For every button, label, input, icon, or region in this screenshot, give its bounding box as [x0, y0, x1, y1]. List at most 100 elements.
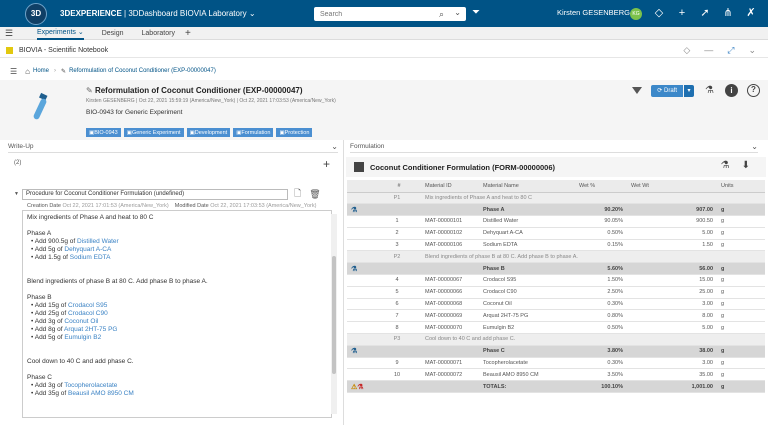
chevron-down-icon[interactable]: ⌄	[748, 45, 756, 56]
material-link[interactable]: Distilled Water	[77, 238, 119, 245]
filter-icon[interactable]	[632, 87, 643, 94]
phase-row[interactable]: ⚗ Phase A 90.20% 907.00 g	[347, 203, 765, 217]
phase-row[interactable]: ⚗ Phase C 3.80% 38.00 g	[347, 345, 765, 358]
column-header[interactable]: Wet %	[575, 180, 627, 193]
download-icon[interactable]: ⬇	[742, 160, 750, 171]
expand-icon[interactable]: ⤢	[727, 45, 734, 56]
material-link[interactable]: Eumulgin B2	[64, 334, 101, 341]
tag-chip[interactable]: ▣ Protection	[276, 128, 313, 137]
menu-icon[interactable]: ☰	[5, 28, 19, 39]
tab-laboratory[interactable]: Laboratory	[142, 27, 175, 40]
network-icon[interactable]: ⋔	[721, 6, 735, 20]
wet-percent: 1.50%	[575, 274, 627, 287]
test-tube-small-icon[interactable]: ⚗	[703, 84, 716, 97]
column-header[interactable]: Units	[717, 180, 765, 193]
panel-divider[interactable]	[343, 140, 344, 425]
tag-icon[interactable]: ⏷	[472, 7, 480, 18]
scrollbar-thumb[interactable]	[332, 256, 336, 374]
add-icon[interactable]: +	[675, 6, 689, 20]
step-row[interactable]: P3 Cool down to 40 C and add phase C.	[347, 333, 765, 346]
material-link[interactable]: Crodacol S95	[68, 302, 107, 309]
chevron-down-icon[interactable]: ⌄	[751, 142, 758, 151]
phase-row[interactable]: ⚗ Phase B 5.60% 56.00 g	[347, 262, 765, 276]
tools-icon[interactable]: ✗	[744, 6, 758, 20]
trash-icon[interactable]: 🗑	[309, 189, 320, 200]
step-row[interactable]: P1 Mix ingredients of Phase A and heat to…	[347, 192, 765, 205]
add-tab-icon[interactable]: +	[185, 28, 191, 39]
material-link[interactable]: Arquat 2HT-75 PG	[64, 326, 117, 333]
status-dropdown[interactable]: ⟳ Draft ▾	[651, 84, 694, 97]
user-name[interactable]: Kirsten GESENBERG	[557, 8, 630, 17]
step-text: Blend ingredients of phase B at 80 C. Ad…	[421, 250, 765, 264]
formulation-toolbar: ⚗ ⬇	[721, 160, 750, 171]
table-row[interactable]: 5 MAT-00000066 Crodacol C90 2.50% 25.00 g	[347, 286, 765, 299]
list-item: Add 900.5g of Distilled Water	[27, 238, 327, 246]
editor-scrollbar[interactable]	[331, 214, 337, 414]
units: g	[717, 203, 765, 217]
tag-chip[interactable]: ▣ Development	[186, 128, 231, 137]
home-icon[interactable]: ⌂	[25, 67, 30, 76]
diamond-icon[interactable]: ◇	[683, 45, 690, 56]
tab-experiments[interactable]: Experiments ⌄	[37, 27, 84, 40]
material-link[interactable]: Coconut Oil	[64, 318, 98, 325]
search-icon[interactable]: ⌕	[439, 9, 444, 20]
search-input[interactable]	[320, 10, 438, 18]
column-header[interactable]: Material Name	[479, 180, 575, 193]
collapse-arrow-icon[interactable]: ▼	[14, 191, 22, 197]
procedure-title-field[interactable]: Procedure for Coconut Conditioner Formul…	[22, 188, 288, 200]
add-file-icon[interactable]: 🗋	[294, 186, 301, 202]
table-row[interactable]: 7 MAT-00000069 Arquat 2HT-75 PG 0.80% 8.00 g	[347, 309, 765, 323]
table-row[interactable]: 2 MAT-00000102 Dehyquart A-CA 0.50% 5.00 g	[347, 227, 765, 240]
chevron-down-icon[interactable]: ▾	[684, 84, 694, 97]
material-name: Sodium EDTA	[479, 239, 575, 252]
tag-chip[interactable]: ▣ Generic Experiment	[123, 128, 184, 137]
material-link[interactable]: Sodium EDTA	[70, 254, 111, 261]
material-link[interactable]: Beausil AMO 8950 CM	[68, 390, 134, 397]
tag-chip[interactable]: ▣ Formulation	[233, 128, 274, 137]
breadcrumb-home[interactable]: Home	[33, 68, 49, 74]
tag-outline-icon[interactable]: ◇	[652, 6, 666, 20]
step-row[interactable]: P2 Blend ingredients of phase B at 80 C. …	[347, 250, 765, 264]
material-link[interactable]: Crodacol C90	[68, 310, 108, 317]
phase-icon[interactable]: ⚗	[351, 207, 357, 214]
table-row[interactable]: 8 MAT-00000070 Eumulgin B2 0.50% 5.00 g	[347, 321, 765, 335]
chevron-down-icon[interactable]: ⌄	[331, 142, 338, 151]
breadcrumb-current[interactable]: Reformulation of Coconut Conditioner (EX…	[69, 68, 216, 74]
procedure-editor[interactable]: Mix ingredients of Phase A and heat to 8…	[22, 210, 332, 418]
material-link[interactable]: Tocopherolacetate	[64, 382, 117, 389]
writeup-header[interactable]: Write-Up ⌄	[8, 142, 338, 153]
phase-icon[interactable]: ⚗	[351, 348, 357, 355]
add-procedure-button[interactable]: +	[323, 157, 330, 171]
compass-logo[interactable]: 3D	[22, 0, 50, 27]
list-item: Add 25g of Crodacol C90	[27, 310, 327, 318]
table-row[interactable]: 1 MAT-00000101 Distilled Water 90.05% 900.50…	[347, 215, 765, 228]
minimize-icon[interactable]: —	[704, 45, 713, 56]
error-icon[interactable]: ⚗	[357, 384, 363, 391]
share-icon[interactable]: ➚	[698, 6, 712, 20]
column-header[interactable]: #	[373, 180, 421, 193]
info-icon[interactable]: i	[725, 84, 738, 97]
help-icon[interactable]: ?	[747, 84, 760, 97]
list-item: Add 5g of Eumulgin B2	[27, 334, 327, 342]
column-header[interactable]: Wet Wt	[627, 180, 717, 193]
table-row[interactable]: 10 MAT-00000072 Beausil AMO 8950 CM 3.50% 35…	[347, 368, 765, 382]
table-row[interactable]: 6 MAT-00000068 Coconut Oil 0.30% 3.00 g	[347, 298, 765, 311]
chevron-down-icon[interactable]: ⌄	[454, 8, 461, 17]
table-cell	[347, 286, 373, 299]
formulation-header[interactable]: Formulation ⌄	[350, 142, 758, 153]
material-link[interactable]: Dehyquart A-CA	[64, 246, 111, 253]
lab-settings-icon[interactable]: ⚗	[721, 160, 730, 171]
column-header[interactable]: Material ID	[421, 180, 479, 193]
table-row[interactable]: 3 MAT-00000106 Sodium EDTA 0.15% 1.50 g	[347, 239, 765, 252]
tab-design[interactable]: Design	[102, 27, 124, 40]
avatar[interactable]: KG	[630, 8, 642, 20]
tag-chip[interactable]: ▣ BIO-0943	[86, 128, 121, 137]
table-row[interactable]: 9 MAT-00000071 Tocopherolacetate 0.30% 3.00 g	[347, 357, 765, 370]
table-row[interactable]: 4 MAT-00000067 Crodacol S95 1.50% 15.00 g	[347, 274, 765, 287]
totals-row[interactable]: ⚠⚗ TOTALS: 100.10% 1,001.00 g	[347, 380, 765, 394]
pencil-icon[interactable]: ✎	[86, 86, 95, 95]
app-title[interactable]: 3DEXPERIENCE | 3DDashboard BIOVIA Labora…	[60, 9, 256, 18]
search-box[interactable]: ⌕ ⌄	[314, 7, 466, 21]
menu-icon[interactable]: ☰	[10, 67, 17, 76]
phase-icon[interactable]: ⚗	[351, 266, 357, 273]
